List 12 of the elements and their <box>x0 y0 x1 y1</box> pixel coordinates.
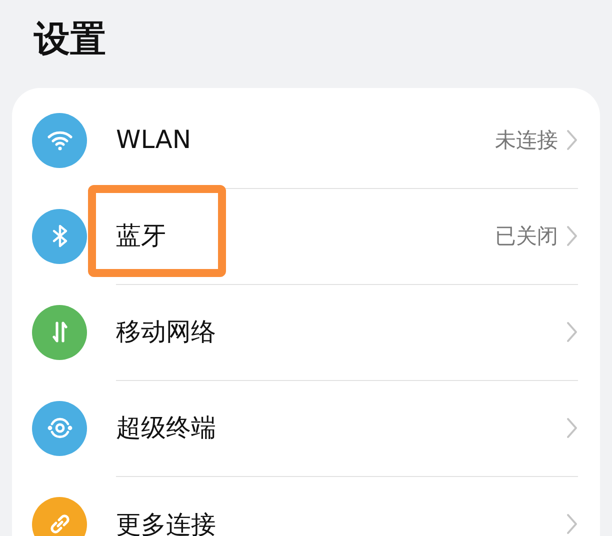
chevron-icon <box>566 513 578 535</box>
settings-item-label[interactable]: WLAN <box>116 125 495 154</box>
status-text: 未连接 <box>495 126 558 154</box>
page-title: 设置 <box>34 18 107 62</box>
settings-item-label[interactable]: 移动网络 <box>116 315 566 348</box>
chevron-icon <box>566 320 578 342</box>
chevron-icon <box>566 416 578 438</box>
chevron-icon <box>566 128 578 150</box>
chevron-icon <box>566 224 578 246</box>
settings-item-label[interactable]: 蓝牙 <box>116 219 495 252</box>
settings-item-label[interactable]: 超级终端 <box>116 411 566 444</box>
status-text: 已关闭 <box>495 222 558 250</box>
